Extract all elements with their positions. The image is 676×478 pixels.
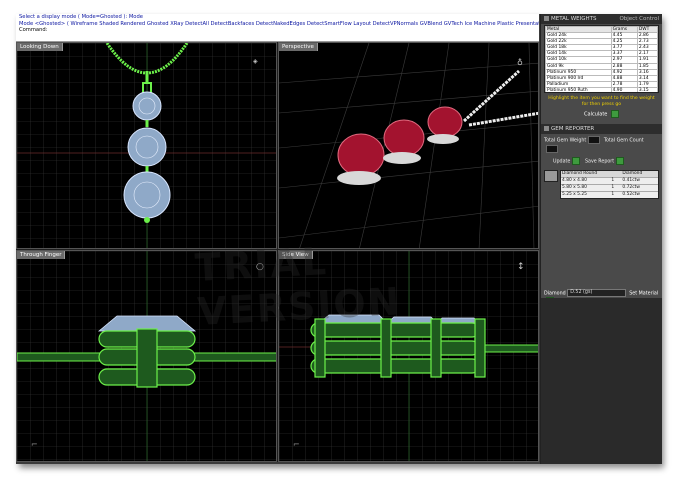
metal-weights-cell: 4.90 [610, 86, 638, 92]
gem-cell: 1 [611, 191, 615, 197]
gem-actions-row: Update Save Report [541, 155, 662, 168]
update-label: Update [553, 159, 571, 165]
object-control-tab[interactable]: Object Control [619, 14, 659, 24]
calculate-label: Calculate [584, 111, 608, 118]
total-weight-label: Total Gem Weight [544, 138, 587, 144]
metal-weights-hint: Highlight the item you want to find the … [548, 96, 655, 107]
update-button[interactable] [572, 157, 581, 165]
gem-cell: 0.41ctw [622, 177, 640, 183]
calculate-button[interactable] [610, 110, 619, 118]
panel-collapse-icon[interactable] [544, 16, 549, 21]
viewport-title[interactable]: Side View [279, 251, 313, 259]
material-label: Diamond [544, 291, 566, 297]
material-dropdown[interactable]: D.52 (gs) [567, 289, 627, 297]
viewport-title[interactable]: Through Finger [17, 251, 66, 259]
gem-table[interactable]: Diamond Round Diamond 4.80 x 4.80 1 0.41ctw… [560, 169, 659, 199]
metal-weights-cell: Platinum 950 Ruth [545, 86, 612, 92]
gem-cell: 5.80 x 5.80 [562, 184, 587, 190]
gem-cell: 1 [611, 184, 615, 190]
gem-column-header: Diamond Round [562, 170, 598, 176]
gem-column-header: Diamond [622, 170, 643, 176]
view-gizmo-icon: ◈ [253, 58, 258, 65]
panel-empty-area [541, 298, 662, 464]
total-weight-field[interactable] [588, 136, 601, 144]
panel-collapse-icon[interactable] [544, 126, 549, 131]
gem-row[interactable]: 5.25 x 5.25 1 0.52ctw [561, 190, 658, 198]
axis-icon: ⌐ [293, 440, 300, 449]
gem-column-header [610, 171, 621, 177]
viewport-through-finger[interactable]: Through Finger ○ ⌐ [16, 250, 277, 462]
viewport-through-finger-canvas[interactable]: ○ ⌐ [17, 251, 277, 462]
gem-thumbnail[interactable] [544, 169, 558, 182]
command-prompt[interactable]: Command: [16, 27, 539, 34]
calculate-row: Calculate [541, 110, 662, 118]
gem-totals-row: Total Gem Weight Total Gem Count [541, 134, 662, 155]
gem-cell: 5.25 x 5.25 [562, 191, 587, 197]
ring-gizmo-icon: ♁ [517, 58, 523, 67]
gem-reporter-header[interactable]: GEM REPORTER [541, 124, 662, 134]
ring-side-icon: ↕ [517, 262, 525, 272]
viewport-perspective[interactable]: Perspective ♁ [278, 42, 539, 249]
viewport-looking-down-canvas[interactable]: ◈ [17, 43, 277, 249]
gem-reporter-title: GEM REPORTER [551, 126, 595, 132]
metal-weights-table[interactable]: Metal Grams DWT Gold 24k 4.45 2.86 Gold 22k 4.… [544, 25, 659, 93]
gem-list: Diamond Round Diamond 4.80 x 4.80 1 0.41ctw… [544, 169, 659, 199]
app-window: Select a display mode ( Mode=Ghosted ): … [16, 14, 662, 464]
metal-weights-row[interactable]: Platinum 950 Ruth 4.90 3.15 [545, 86, 658, 92]
gem-cell: 1 [611, 177, 615, 183]
gem-cell: 4.80 x 4.80 [562, 177, 587, 183]
viewport-perspective-canvas[interactable]: ♁ [279, 43, 539, 249]
metal-weights-header[interactable]: METAL WEIGHTS Object Control [541, 14, 662, 24]
total-count-field[interactable] [546, 144, 558, 153]
command-area[interactable]: Select a display mode ( Mode=Ghosted ): … [16, 14, 539, 42]
viewport-side-view-canvas[interactable]: ↕ ⌐ [279, 251, 539, 462]
set-material-label: Set Material [629, 291, 659, 297]
axis-icon: ⌐ [31, 440, 38, 449]
viewport-side-view[interactable]: Side View ↕ ⌐ [278, 250, 539, 462]
gem-row[interactable]: 5.80 x 5.80 1 0.72ctw [561, 183, 658, 191]
total-count-label: Total Gem Count [603, 138, 644, 144]
save-report-button[interactable] [616, 157, 625, 165]
gem-row[interactable]: 4.80 x 4.80 1 0.41ctw [561, 176, 658, 184]
metal-weights-cell: 3.15 [636, 86, 658, 92]
gem-cell: 0.72ctw [622, 184, 640, 190]
gem-cell: 0.52ctw [622, 191, 640, 197]
save-report-label: Save Report [584, 159, 615, 165]
viewport-title[interactable]: Looking Down [17, 43, 63, 51]
ring-view-icon: ○ [256, 262, 264, 272]
metal-weights-title: METAL WEIGHTS [551, 16, 597, 22]
viewport-title[interactable]: Perspective [279, 43, 318, 51]
viewport-looking-down[interactable]: Looking Down ◈ [16, 42, 277, 249]
viewport-area: Looking Down ◈ Perspective ♁ Through Fin… [16, 42, 539, 462]
jewelry-plugin-panel: METAL WEIGHTS Object Control Metal Grams D… [540, 14, 662, 464]
command-history-line-2[interactable]: Mode <Ghosted> ( Wireframe Shaded Render… [16, 21, 539, 28]
